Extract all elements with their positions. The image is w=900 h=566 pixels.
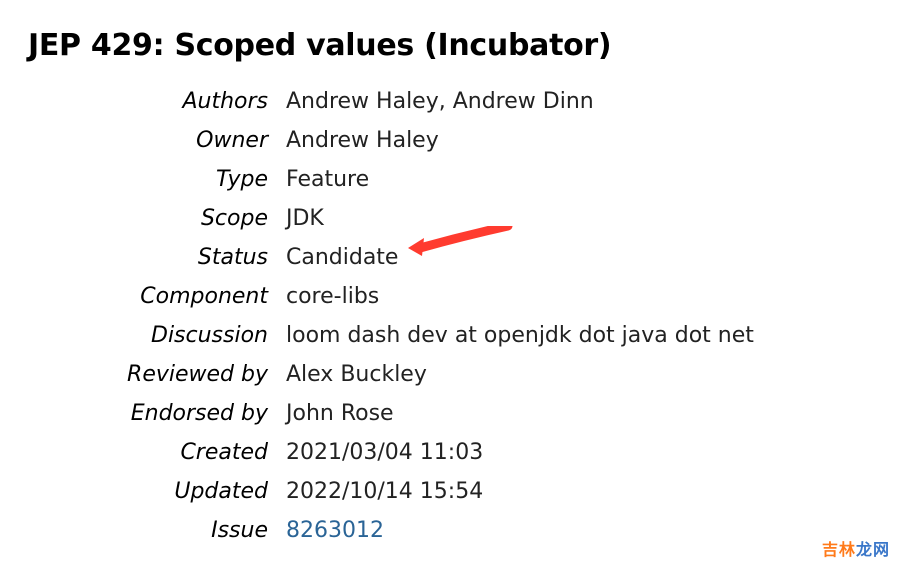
issue-link[interactable]: 8263012 [286, 518, 384, 543]
value-type: Feature [286, 163, 872, 196]
value-updated: 2022/10/14 15:54 [286, 475, 872, 508]
page-title: JEP 429: Scoped values (Incubator) [28, 28, 872, 63]
watermark-part1: 吉林 [822, 540, 856, 559]
label-reviewed-by: Reviewed by [28, 358, 268, 391]
label-scope: Scope [28, 202, 268, 235]
metadata-table: Authors Andrew Haley, Andrew Dinn Owner … [28, 85, 872, 547]
label-authors: Authors [28, 85, 268, 118]
value-discussion: loom dash dev at openjdk dot java dot ne… [286, 319, 872, 352]
value-created: 2021/03/04 11:03 [286, 436, 872, 469]
watermark-part2: 龙网 [856, 540, 890, 559]
label-status: Status [28, 241, 268, 274]
value-issue: 8263012 [286, 514, 872, 547]
label-issue: Issue [28, 514, 268, 547]
value-component: core-libs [286, 280, 872, 313]
label-created: Created [28, 436, 268, 469]
label-component: Component [28, 280, 268, 313]
label-updated: Updated [28, 475, 268, 508]
value-scope: JDK [286, 202, 872, 235]
watermark: 吉林龙网 [822, 536, 890, 560]
label-endorsed-by: Endorsed by [28, 397, 268, 430]
label-owner: Owner [28, 124, 268, 157]
value-owner: Andrew Haley [286, 124, 872, 157]
value-status: Candidate [286, 241, 872, 274]
value-reviewed-by: Alex Buckley [286, 358, 872, 391]
value-authors: Andrew Haley, Andrew Dinn [286, 85, 872, 118]
label-type: Type [28, 163, 268, 196]
label-discussion: Discussion [28, 319, 268, 352]
value-endorsed-by: John Rose [286, 397, 872, 430]
